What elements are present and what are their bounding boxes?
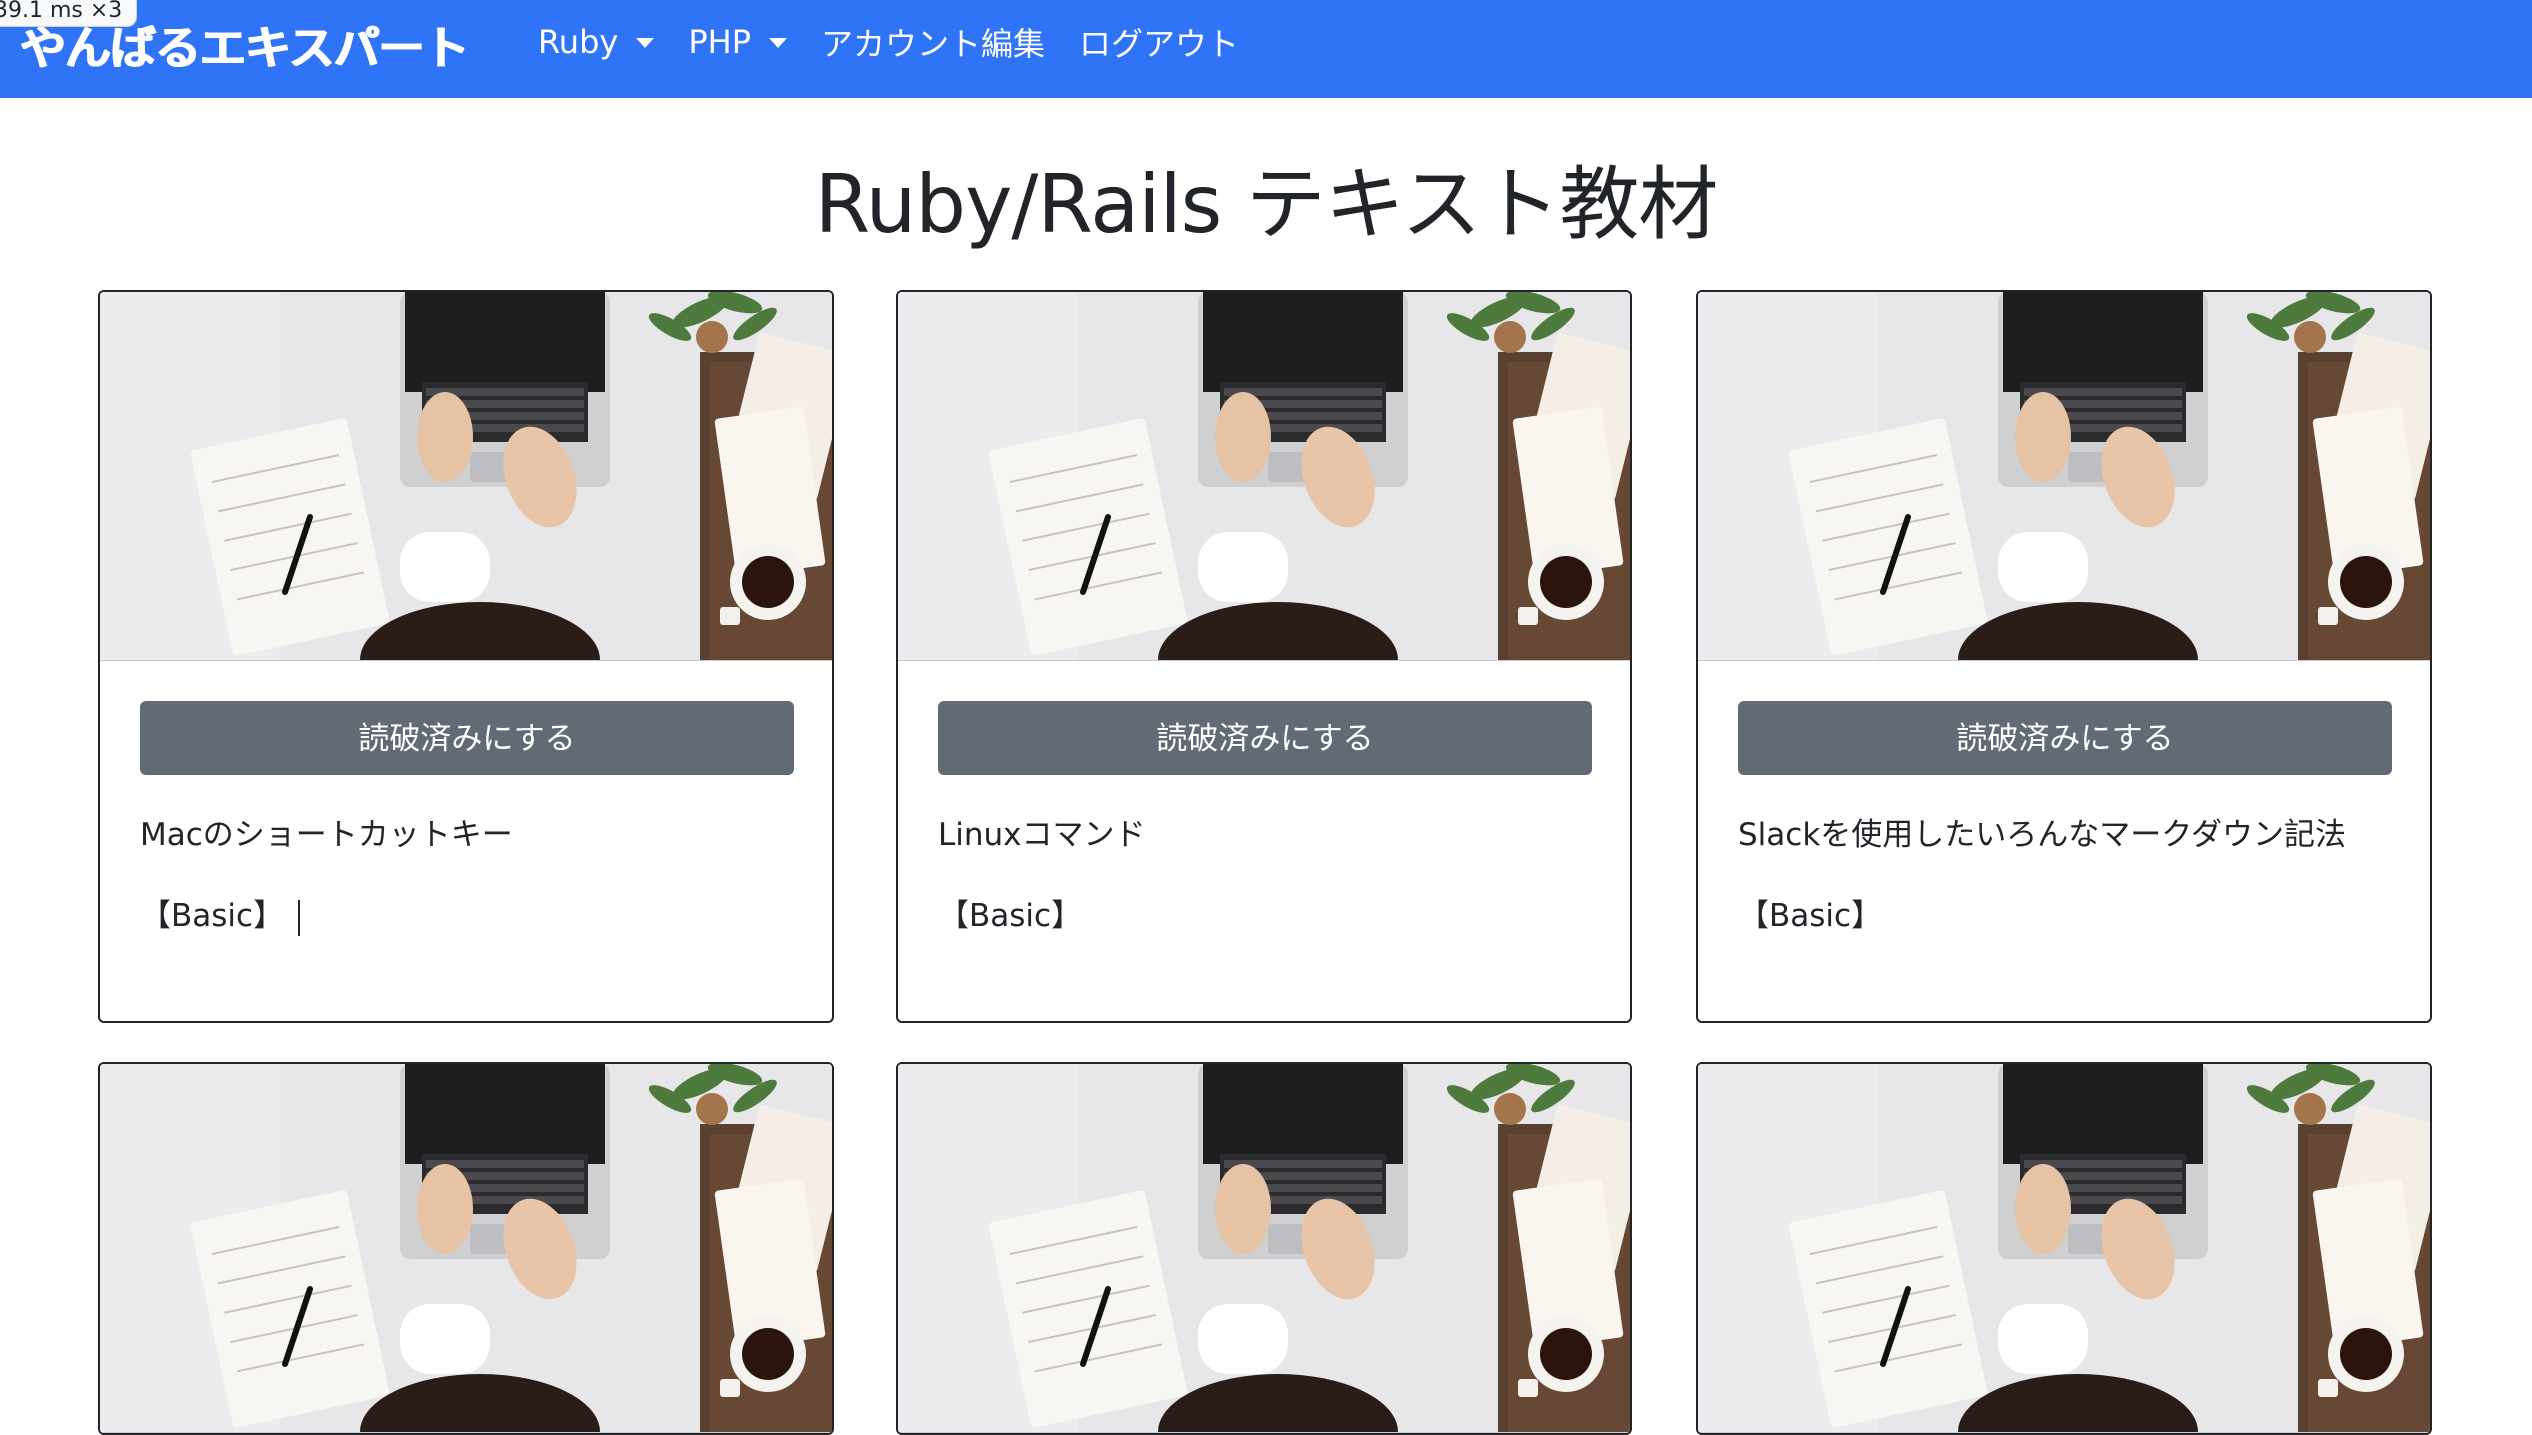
card-title[interactable]: Linuxコマンド xyxy=(938,809,1590,854)
card-image xyxy=(898,292,1630,661)
card-level-label: 【Basic】 xyxy=(140,898,285,934)
card-body: 読破済みにする Macのショートカットキー 【Basic】 xyxy=(100,661,832,1021)
nav-item-logout[interactable]: ログアウト xyxy=(1079,19,1239,65)
card-title[interactable]: Macのショートカットキー xyxy=(140,809,792,854)
card-title[interactable]: Slackを使用したいろんなマークダウン記法 xyxy=(1738,809,2390,854)
card-level: 【Basic】 xyxy=(938,898,1083,934)
navbar: やんばるエキスパート Ruby PHP アカウント編集 ログアウト xyxy=(0,0,2532,98)
mark-read-button[interactable]: 読破済みにする xyxy=(140,701,794,775)
nav-item-account-edit[interactable]: アカウント編集 xyxy=(821,19,1045,65)
card: 読破済みにする Macのショートカットキー 【Basic】 xyxy=(98,290,834,1023)
mark-read-button[interactable]: 読破済みにする xyxy=(938,701,1592,775)
card-partial xyxy=(896,1062,1632,1435)
card: 読破済みにする Linuxコマンド 【Basic】 xyxy=(896,290,1632,1023)
nav-item-ruby-dropdown[interactable]: Ruby xyxy=(538,23,655,61)
nav-item-php-dropdown[interactable]: PHP xyxy=(688,23,787,61)
page-title: Ruby/Rails テキスト教材 xyxy=(814,158,1719,251)
card: 読破済みにする Slackを使用したいろんなマークダウン記法 【Basic】 xyxy=(1696,290,2432,1023)
nav-item-label: PHP xyxy=(688,23,751,61)
card-image xyxy=(898,1064,1630,1433)
mark-read-button[interactable]: 読破済みにする xyxy=(1738,701,2392,775)
card-image xyxy=(100,1064,832,1433)
card-image xyxy=(1698,1064,2430,1433)
caret-down-icon xyxy=(768,38,787,48)
card-image xyxy=(1698,292,2430,661)
card-partial xyxy=(98,1062,834,1435)
nav-item-label: Ruby xyxy=(538,23,619,61)
text-cursor-icon xyxy=(298,899,301,936)
nav-item-label: ログアウト xyxy=(1079,25,1240,63)
perf-badge: 39.1 ms ×3 xyxy=(0,0,138,27)
card-level: 【Basic】 xyxy=(1738,898,1883,934)
card-partial xyxy=(1696,1062,2432,1435)
card-body: 読破済みにする Slackを使用したいろんなマークダウン記法 【Basic】 xyxy=(1698,661,2430,1021)
nav-menu: Ruby PHP アカウント編集 ログアウト xyxy=(538,0,1273,84)
caret-down-icon xyxy=(636,38,655,48)
card-level: 【Basic】 xyxy=(140,890,792,936)
card-body: 読破済みにする Linuxコマンド 【Basic】 xyxy=(898,661,1630,1021)
card-image xyxy=(100,292,832,661)
nav-item-label: アカウント編集 xyxy=(820,25,1045,63)
